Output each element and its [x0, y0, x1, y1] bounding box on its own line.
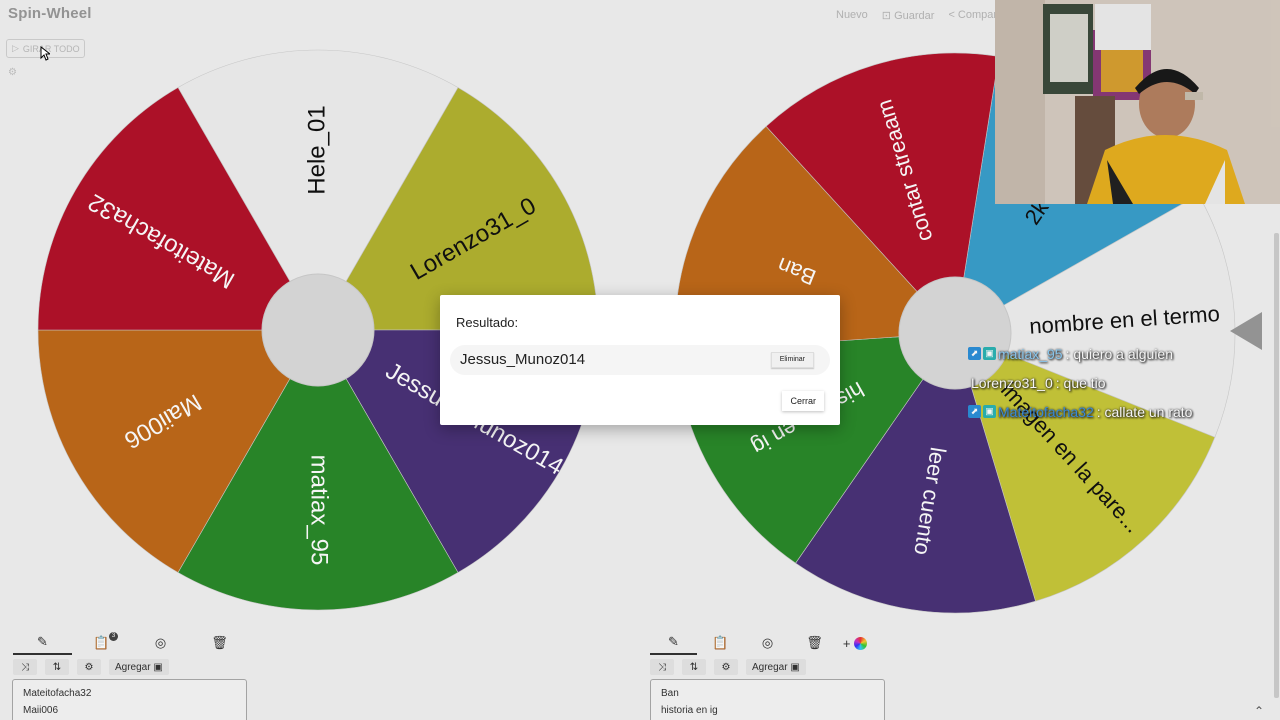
result-value: Jessus_Munoz014 [460, 351, 586, 368]
mouse-cursor-icon [40, 46, 50, 61]
dialog-title: Resultado: [456, 315, 519, 330]
remove-button[interactable]: Eliminar [770, 352, 814, 368]
result-row: Jessus_Munoz014 Eliminar [450, 345, 830, 375]
result-dialog: Resultado: Jessus_Munoz014 Eliminar Cerr… [440, 295, 840, 425]
close-button[interactable]: Cerrar [782, 391, 824, 411]
